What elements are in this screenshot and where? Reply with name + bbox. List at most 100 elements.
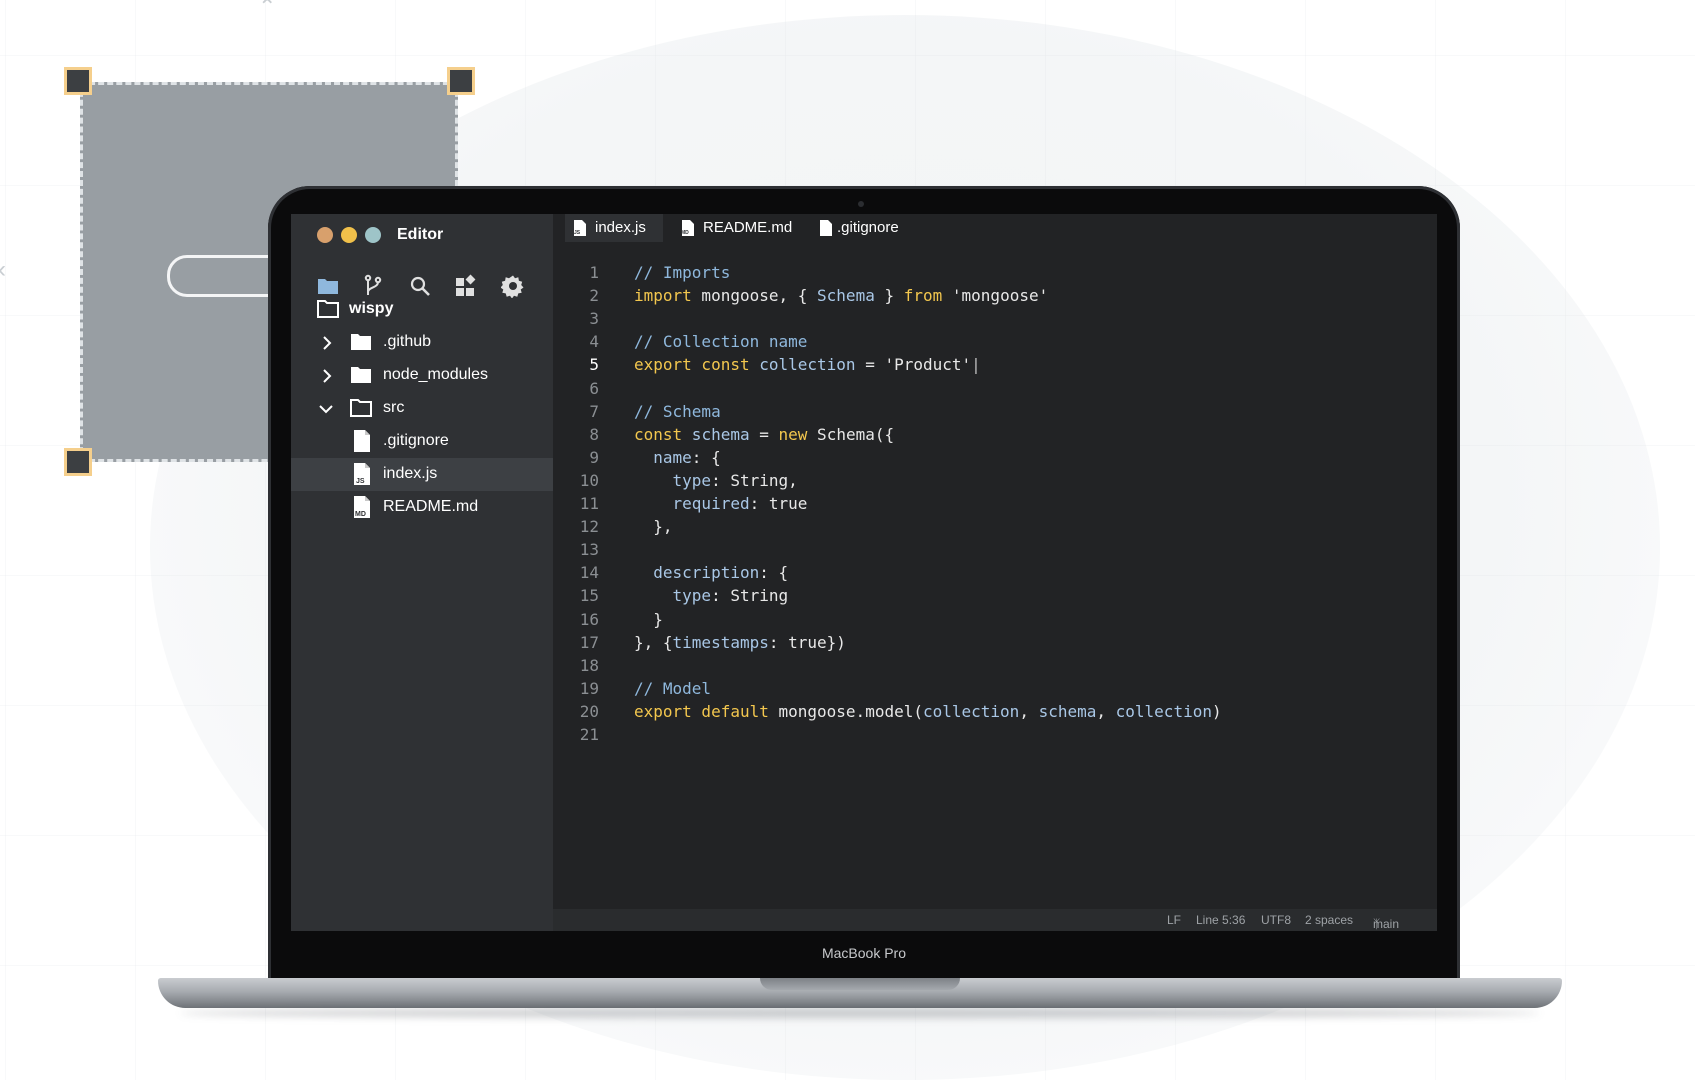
code-token: collection <box>1115 701 1212 721</box>
file-badge: MD <box>681 230 689 236</box>
status-bar: LF Line 5:36 UTF8 2 spaces ᛉ main <box>553 909 1437 931</box>
explorer-root[interactable]: wispy <box>291 293 553 326</box>
resize-handle-top-left[interactable] <box>64 67 92 95</box>
code-text: export default mongoose.model(collection… <box>634 702 1222 721</box>
tree-item-src[interactable]: src <box>291 392 553 425</box>
file-badge: JS <box>574 230 581 236</box>
chevron-right-icon[interactable] <box>321 336 333 350</box>
code-token: type <box>634 586 712 606</box>
minimize-button[interactable] <box>341 227 357 243</box>
status-cursor-position[interactable]: Line 5:36 <box>1196 913 1245 927</box>
code-token: , <box>1019 701 1039 721</box>
explorer-root-label: wispy <box>349 300 394 317</box>
code-token: mongoose, { <box>691 286 818 306</box>
line-number: 19 <box>579 678 599 698</box>
tab-gitignore[interactable]: .gitignore <box>811 214 921 242</box>
code-token: = <box>855 355 885 375</box>
folder-outline-icon <box>317 300 339 318</box>
line-number: 5 <box>589 355 599 375</box>
code-token: collection <box>922 701 1020 721</box>
tab-label: index.js <box>595 219 646 236</box>
file-icon <box>354 430 370 452</box>
tree-item-label: .gitignore <box>383 432 449 449</box>
folder-open-icon <box>350 399 372 417</box>
code-token: type <box>634 470 712 490</box>
tab-label: .gitignore <box>837 219 899 236</box>
tree-item-readme[interactable]: MD README.md <box>291 491 553 524</box>
resize-handle-bottom-left[interactable] <box>64 448 92 476</box>
code-token: new <box>778 424 808 444</box>
line-number: 11 <box>579 494 599 513</box>
code-token: schema <box>682 424 750 444</box>
status-indentation[interactable]: 2 spaces <box>1305 913 1353 927</box>
resize-handle-top-right[interactable] <box>447 67 475 95</box>
code-text: import mongoose, { Schema } from 'mongoo… <box>634 286 1048 305</box>
code-token: 'mongoose' <box>942 286 1049 306</box>
tree-item-github[interactable]: .github <box>291 326 553 359</box>
code-editor[interactable]: 1 // Imports 2 import mongoose, { Schema } … <box>553 242 1437 909</box>
line-number: 7 <box>589 401 599 421</box>
code-token: = <box>749 424 779 444</box>
code-token: , <box>1096 701 1116 721</box>
status-branch-label: main <box>1373 917 1400 931</box>
code-token: // Imports <box>634 263 731 282</box>
code-token: export default <box>634 701 769 721</box>
code-text: export const collection = 'Product'| <box>634 355 981 374</box>
file-badge: JS <box>356 478 365 485</box>
editor-window: Editor wispy .github node_modules src .g… <box>291 214 1437 931</box>
code-token: name <box>634 447 692 467</box>
code-token: collection <box>749 355 856 375</box>
line-number: 2 <box>589 286 599 306</box>
chevron-left-icon: ‹ <box>0 256 6 284</box>
chevron-up-icon: ⌃ <box>258 0 277 19</box>
line-number: 15 <box>579 586 599 606</box>
code-text: type: String <box>634 586 789 606</box>
device-label: MacBook Pro <box>821 945 907 961</box>
camera-icon <box>858 201 864 207</box>
code-token: Schema <box>817 286 875 306</box>
code-token: // Schema <box>634 401 721 421</box>
maximize-button[interactable] <box>365 227 381 243</box>
folder-icon <box>351 334 371 350</box>
tree-item-index-js[interactable]: JS index.js <box>291 458 553 491</box>
line-number: 16 <box>579 609 599 629</box>
code-token: description <box>634 563 760 583</box>
tab-bar: JS index.js MD README.md .gitignore <box>553 214 1437 242</box>
tree-item-label: index.js <box>383 465 438 482</box>
code-token: required <box>634 494 750 513</box>
code-token: }, <box>634 517 673 537</box>
chevron-right-icon[interactable] <box>321 369 333 383</box>
code-text: }, <box>634 517 673 537</box>
tab-index-js[interactable]: JS index.js <box>565 214 663 242</box>
code-token: : true}) <box>768 632 846 652</box>
laptop-shadow <box>180 1008 1540 1018</box>
code-token: from <box>903 286 943 306</box>
line-number: 21 <box>579 725 599 744</box>
tree-item-gitignore[interactable]: .gitignore <box>291 425 553 458</box>
tree-item-label: README.md <box>383 498 479 515</box>
close-button[interactable] <box>317 227 333 243</box>
status-eol[interactable]: LF <box>1167 913 1181 927</box>
tab-readme[interactable]: MD README.md <box>673 214 797 242</box>
line-number: 9 <box>589 447 599 467</box>
code-text: // Model <box>634 679 711 698</box>
tree-item-node-modules[interactable]: node_modules <box>291 359 553 392</box>
code-token: // Collection name <box>634 332 808 352</box>
code-token: | <box>971 355 981 375</box>
line-number: 1 <box>589 263 599 282</box>
code-text: } <box>634 610 663 629</box>
code-token: export const <box>634 355 750 375</box>
line-number: 13 <box>579 540 599 560</box>
code-text: // Imports <box>634 263 730 282</box>
chevron-down-icon[interactable] <box>319 403 333 415</box>
code-token: // Model <box>634 678 712 698</box>
folder-icon <box>351 367 371 383</box>
code-text: const schema = new Schema({ <box>634 425 894 444</box>
code-token: : true <box>749 494 808 513</box>
line-number: 17 <box>579 632 599 652</box>
code-token: ) <box>1211 701 1222 721</box>
code-token: }, { <box>634 632 673 652</box>
status-encoding[interactable]: UTF8 <box>1261 913 1291 927</box>
code-token: 'Product' <box>884 355 972 375</box>
code-token: : String <box>711 586 789 606</box>
